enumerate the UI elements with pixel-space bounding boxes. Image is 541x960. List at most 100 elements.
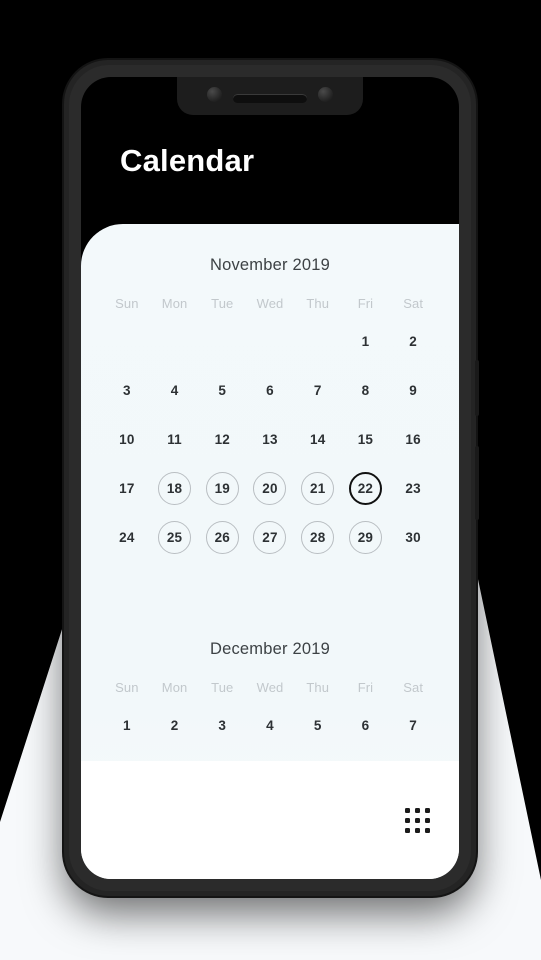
- weekday-sat: Sat: [403, 680, 424, 695]
- dates-grid: 1 2 3 4 5 6 7 8 9 10 11 12 13 14 15 16 17 18 19 20 21 22 23 24 2…: [103, 325, 437, 554]
- calendar-cell[interactable]: 3: [198, 709, 246, 742]
- month-spacer: [81, 554, 459, 608]
- calendar-day[interactable]: 1: [349, 325, 382, 358]
- calendar-day[interactable]: 19: [205, 472, 239, 505]
- calendar-cell[interactable]: 28: [294, 521, 342, 554]
- calendar-day[interactable]: 16: [397, 423, 430, 456]
- calendar-cell[interactable]: 4: [246, 709, 294, 742]
- calendar-cell[interactable]: 1: [103, 709, 151, 742]
- calendar-cell[interactable]: 5: [294, 709, 342, 742]
- calendar-cell[interactable]: 16: [389, 423, 437, 456]
- calendar-cell[interactable]: 2: [151, 709, 199, 742]
- calendar-cell[interactable]: 5: [198, 374, 246, 407]
- month-title: December 2019: [209, 640, 330, 658]
- volume-button[interactable]: [475, 446, 479, 520]
- calendar-day[interactable]: 6: [349, 709, 382, 742]
- power-button[interactable]: [475, 360, 479, 416]
- apps-grid-dot: [405, 827, 410, 833]
- calendar-cell[interactable]: 4: [151, 374, 199, 407]
- calendar-day[interactable]: 5: [206, 374, 239, 407]
- calendar-card: November 2019 Sun Mon Tue Wed Thu Fri Sa…: [81, 224, 459, 879]
- calendar-day[interactable]: 11: [158, 423, 191, 456]
- apps-grid-dot: [425, 807, 430, 813]
- earpiece-icon: [233, 94, 307, 103]
- calendar-day[interactable]: 18: [158, 472, 192, 505]
- calendar-cell[interactable]: 29: [342, 521, 390, 554]
- calendar-day[interactable]: 26: [205, 521, 239, 554]
- calendar-cell[interactable]: 14: [294, 423, 342, 456]
- calendar-cell[interactable]: 6: [246, 374, 294, 407]
- calendar-cell[interactable]: 8: [342, 374, 390, 407]
- calendar-day[interactable]: 15: [349, 423, 382, 456]
- calendar-day[interactable]: 24: [110, 521, 143, 554]
- calendar-day[interactable]: 1: [110, 709, 143, 742]
- calendar-cell[interactable]: 15: [342, 423, 390, 456]
- apps-grid-dot: [415, 827, 420, 833]
- calendar-day[interactable]: 8: [349, 374, 382, 407]
- calendar-day[interactable]: 7: [301, 374, 334, 407]
- calendar-day[interactable]: 12: [206, 423, 239, 456]
- calendar-cell[interactable]: 2: [389, 325, 437, 358]
- calendar-day-selected[interactable]: 22: [348, 472, 382, 505]
- calendar-cell[interactable]: 24: [103, 521, 151, 554]
- weekday-sat: Sat: [403, 296, 424, 311]
- calendar-day[interactable]: 9: [397, 374, 430, 407]
- phone-notch: [177, 77, 363, 115]
- apps-grid-icon[interactable]: [405, 807, 430, 833]
- calendar-cell[interactable]: 7: [294, 374, 342, 407]
- calendar-day[interactable]: 14: [301, 423, 334, 456]
- calendar-cell[interactable]: 30: [389, 521, 437, 554]
- weekday-fri: Fri: [357, 680, 374, 695]
- calendar-day: [206, 325, 239, 358]
- calendar-day[interactable]: 3: [206, 709, 239, 742]
- calendar-day[interactable]: 29: [348, 521, 382, 554]
- month-title: November 2019: [209, 256, 330, 274]
- calendar-day[interactable]: 4: [158, 374, 191, 407]
- calendar-cell: [246, 325, 294, 358]
- calendar-cell[interactable]: 26: [198, 521, 246, 554]
- calendar-day[interactable]: 20: [253, 472, 287, 505]
- calendar-cell[interactable]: 6: [342, 709, 390, 742]
- calendar-day[interactable]: 6: [253, 374, 286, 407]
- calendar-day[interactable]: 28: [301, 521, 335, 554]
- calendar-cell[interactable]: 13: [246, 423, 294, 456]
- calendar-cell[interactable]: 11: [151, 423, 199, 456]
- calendar-day[interactable]: 25: [158, 521, 192, 554]
- calendar-day[interactable]: 21: [301, 472, 335, 505]
- calendar-day[interactable]: 23: [397, 472, 430, 505]
- calendar-cell[interactable]: 12: [198, 423, 246, 456]
- calendar-cell[interactable]: 27: [246, 521, 294, 554]
- calendar-cell[interactable]: 1: [342, 325, 390, 358]
- weekday-thu: Thu: [306, 680, 330, 695]
- calendar-day: [158, 325, 191, 358]
- calendar-cell[interactable]: 21: [294, 472, 342, 505]
- calendar-cell[interactable]: 19: [198, 472, 246, 505]
- calendar-cell: [294, 325, 342, 358]
- calendar-day[interactable]: 30: [397, 521, 430, 554]
- apps-grid-dot: [415, 817, 420, 823]
- calendar-day[interactable]: 13: [253, 423, 286, 456]
- calendar-day[interactable]: 27: [253, 521, 287, 554]
- calendar-day[interactable]: 10: [110, 423, 143, 456]
- calendar-cell[interactable]: 22: [342, 472, 390, 505]
- calendar-cell[interactable]: 18: [151, 472, 199, 505]
- calendar-cell[interactable]: 7: [389, 709, 437, 742]
- weekday-header-row: Sun Mon Tue Wed Thu Fri Sat: [103, 680, 437, 695]
- weekday-mon: Mon: [161, 680, 188, 695]
- calendar-cell[interactable]: 23: [389, 472, 437, 505]
- calendar-day[interactable]: 5: [301, 709, 334, 742]
- calendar-day[interactable]: 4: [253, 709, 286, 742]
- calendar-cell[interactable]: 20: [246, 472, 294, 505]
- calendar-day[interactable]: 2: [397, 325, 430, 358]
- calendar-cell[interactable]: 9: [389, 374, 437, 407]
- calendar-cell[interactable]: 10: [103, 423, 151, 456]
- calendar-cell[interactable]: 25: [151, 521, 199, 554]
- bottom-bar: [81, 761, 459, 879]
- calendar-day[interactable]: 7: [397, 709, 430, 742]
- calendar-day[interactable]: 3: [110, 374, 143, 407]
- calendar-cell[interactable]: 3: [103, 374, 151, 407]
- calendar-cell[interactable]: 17: [103, 472, 151, 505]
- calendar-day[interactable]: 2: [158, 709, 191, 742]
- phone-device: Calendar November 2019 Sun Mon Tue Wed T…: [64, 60, 479, 896]
- calendar-day[interactable]: 17: [110, 472, 143, 505]
